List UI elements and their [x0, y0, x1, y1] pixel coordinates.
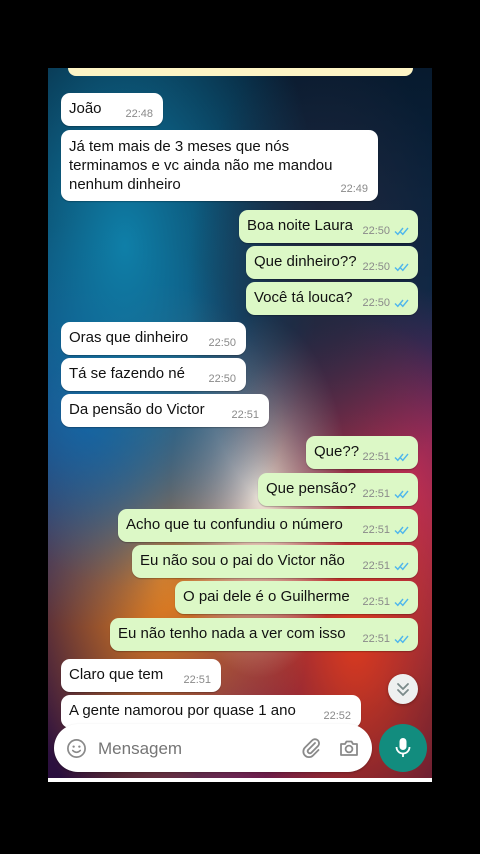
read-ticks-icon	[394, 598, 409, 607]
message-text: Que dinheiro??	[254, 253, 357, 270]
message-time: 22:51	[183, 674, 211, 686]
message-text: Tá se fazendo né	[69, 365, 185, 382]
message-time: 22:51	[362, 488, 390, 500]
message-text: Eu não tenho nada a ver com isso	[118, 625, 346, 642]
read-ticks-icon	[394, 263, 409, 272]
message-time: 22:52	[323, 710, 351, 722]
message-time: 22:51	[231, 409, 259, 421]
read-ticks-icon	[394, 490, 409, 499]
scroll-to-bottom-button[interactable]	[388, 674, 418, 704]
message-bubble-outgoing[interactable]: Que pensão? 22:51	[258, 473, 418, 506]
message-text: Da pensão do Victor	[69, 401, 205, 418]
paperclip-icon[interactable]	[300, 737, 322, 759]
message-bubble-incoming[interactable]: Claro que tem 22:51	[61, 659, 221, 692]
message-text: Claro que tem	[69, 666, 164, 683]
read-ticks-icon	[394, 227, 409, 236]
message-bubble-outgoing[interactable]: O pai dele é o Guilherme 22:51	[175, 581, 418, 614]
message-bubble-outgoing[interactable]: Que?? 22:51	[306, 436, 418, 469]
message-time: 22:50	[208, 337, 236, 349]
message-bubble-outgoing[interactable]: Boa noite Laura 22:50	[239, 210, 418, 243]
message-text: Boa noite Laura	[247, 217, 353, 234]
read-ticks-icon	[394, 453, 409, 462]
message-time: 22:50	[362, 261, 390, 273]
message-bubble-outgoing[interactable]: Você tá louca? 22:50	[246, 282, 418, 315]
message-time: 22:50	[362, 225, 390, 237]
message-bubble-incoming[interactable]: Da pensão do Victor 22:51	[61, 394, 269, 427]
microphone-icon	[395, 738, 411, 757]
message-text: O pai dele é o Guilherme	[183, 588, 350, 605]
message-time: 22:49	[340, 183, 368, 195]
message-bubble-incoming[interactable]: Oras que dinheiro 22:50	[61, 322, 246, 355]
message-time: 22:48	[125, 108, 153, 120]
message-time: 22:50	[362, 297, 390, 309]
chevrons-down-icon	[397, 683, 409, 696]
message-time: 22:51	[362, 596, 390, 608]
message-text: A gente namorou por quase 1 ano	[69, 702, 296, 719]
read-ticks-icon	[394, 635, 409, 644]
camera-icon[interactable]	[338, 737, 360, 759]
message-bubble-outgoing[interactable]: Eu não sou o pai do Victor não 22:51	[132, 545, 418, 578]
read-ticks-icon	[394, 562, 409, 571]
message-time: 22:51	[362, 524, 390, 536]
message-time: 22:51	[362, 451, 390, 463]
message-text: Que??	[314, 443, 360, 460]
message-text: Oras que dinheiro	[69, 329, 189, 346]
chat-screen: João 22:48 Já tem mais de 3 meses que nó…	[48, 68, 432, 782]
message-composer[interactable]	[54, 724, 372, 772]
message-bubble-incoming[interactable]: Tá se fazendo né 22:50	[61, 358, 246, 391]
message-time: 22:51	[362, 633, 390, 645]
message-text: Acho que tu confundiu o número	[126, 516, 343, 533]
bottom-edge	[48, 778, 432, 782]
voice-record-button[interactable]	[379, 724, 427, 772]
message-time: 22:51	[362, 560, 390, 572]
message-text: Que pensão?	[266, 480, 357, 497]
message-bubble-incoming[interactable]: Já tem mais de 3 meses que nós terminamo…	[61, 130, 378, 201]
read-ticks-icon	[394, 526, 409, 535]
read-ticks-icon	[394, 299, 409, 308]
message-time: 22:50	[208, 373, 236, 385]
emoji-icon[interactable]	[66, 738, 87, 759]
message-bubble-outgoing[interactable]: Acho que tu confundiu o número 22:51	[118, 509, 418, 542]
message-bubble-outgoing[interactable]: Que dinheiro?? 22:50	[246, 246, 418, 279]
message-text: Você tá louca?	[254, 289, 353, 306]
message-text: João	[69, 100, 102, 117]
message-bubble-outgoing[interactable]: Eu não tenho nada a ver com isso 22:51	[110, 618, 418, 651]
message-bubble-incoming[interactable]: João 22:48	[61, 93, 163, 126]
message-text: Já tem mais de 3 meses que nós terminamo…	[69, 138, 333, 193]
message-input[interactable]	[96, 736, 290, 762]
message-text: Eu não sou o pai do Victor não	[140, 552, 345, 569]
previous-message-bubble-partial	[68, 68, 413, 76]
